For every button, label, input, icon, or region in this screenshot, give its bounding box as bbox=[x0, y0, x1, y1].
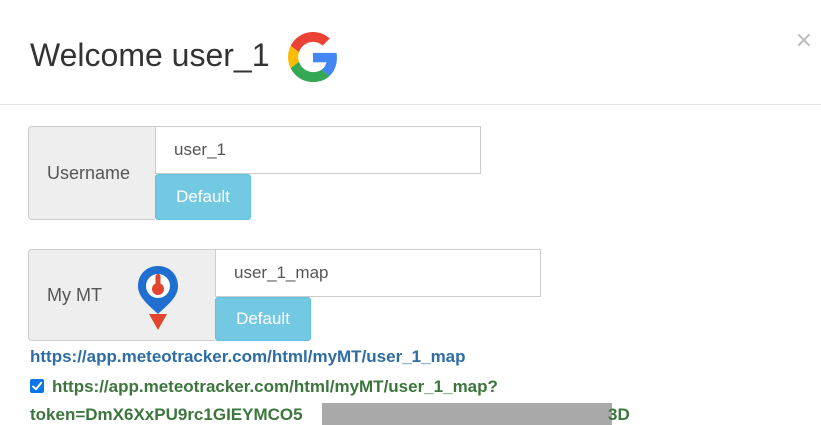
token-link-suffix[interactable]: 3D bbox=[608, 405, 630, 425]
username-default-label: Default bbox=[176, 187, 230, 206]
redacted-token-block bbox=[322, 403, 612, 425]
modal-header: Welcome user_1 × bbox=[0, 0, 821, 105]
username-label: Username bbox=[47, 163, 131, 183]
token-link-line2[interactable]: token=DmX6XxPU9rc1GIEYMCO5 bbox=[30, 405, 303, 425]
modal-title: Welcome user_1 bbox=[30, 37, 270, 73]
mymt-addon: My MT bbox=[28, 249, 215, 341]
mymt-label: My MT bbox=[47, 285, 102, 305]
mymt-default-button[interactable]: Default bbox=[215, 297, 311, 341]
close-icon[interactable]: × bbox=[795, 30, 813, 52]
token-checkbox[interactable] bbox=[30, 379, 44, 393]
google-logo-icon bbox=[288, 32, 337, 82]
username-addon: Username bbox=[28, 126, 155, 220]
mymt-map-link[interactable]: https://app.meteotracker.com/html/myMT/u… bbox=[30, 347, 466, 367]
meteotracker-logo-icon bbox=[138, 266, 178, 330]
username-default-button[interactable]: Default bbox=[155, 174, 251, 220]
check-icon bbox=[32, 381, 43, 391]
username-input[interactable] bbox=[155, 126, 481, 174]
mymt-input[interactable] bbox=[215, 249, 541, 297]
token-link-line1[interactable]: https://app.meteotracker.com/html/myMT/u… bbox=[52, 377, 498, 397]
mymt-default-label: Default bbox=[236, 309, 290, 328]
